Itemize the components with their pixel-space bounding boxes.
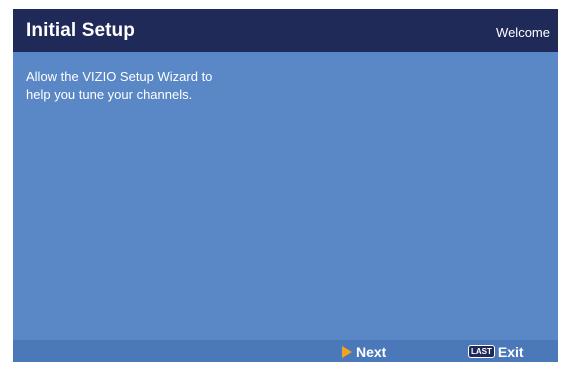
play-arrow-icon [342,345,352,358]
exit-button[interactable]: LAST Exit [468,343,524,360]
exit-label: Exit [497,343,524,360]
instruction-text: Allow the VIZIO Setup Wizard to help you… [26,68,286,104]
footer-bar: Next LAST Exit [13,340,558,362]
next-button[interactable]: Next [342,343,386,360]
instruction-line-1: Allow the VIZIO Setup Wizard to [26,69,213,84]
next-label: Next [356,343,387,360]
header-bar: Initial Setup Welcome [13,9,558,52]
last-key-icon: LAST [468,345,495,358]
step-label: Welcome [496,25,550,40]
setup-screen: Initial Setup Welcome Allow the VIZIO Se… [13,9,558,362]
instruction-line-2: help you tune your channels. [26,87,193,102]
page-title: Initial Setup [26,20,135,41]
